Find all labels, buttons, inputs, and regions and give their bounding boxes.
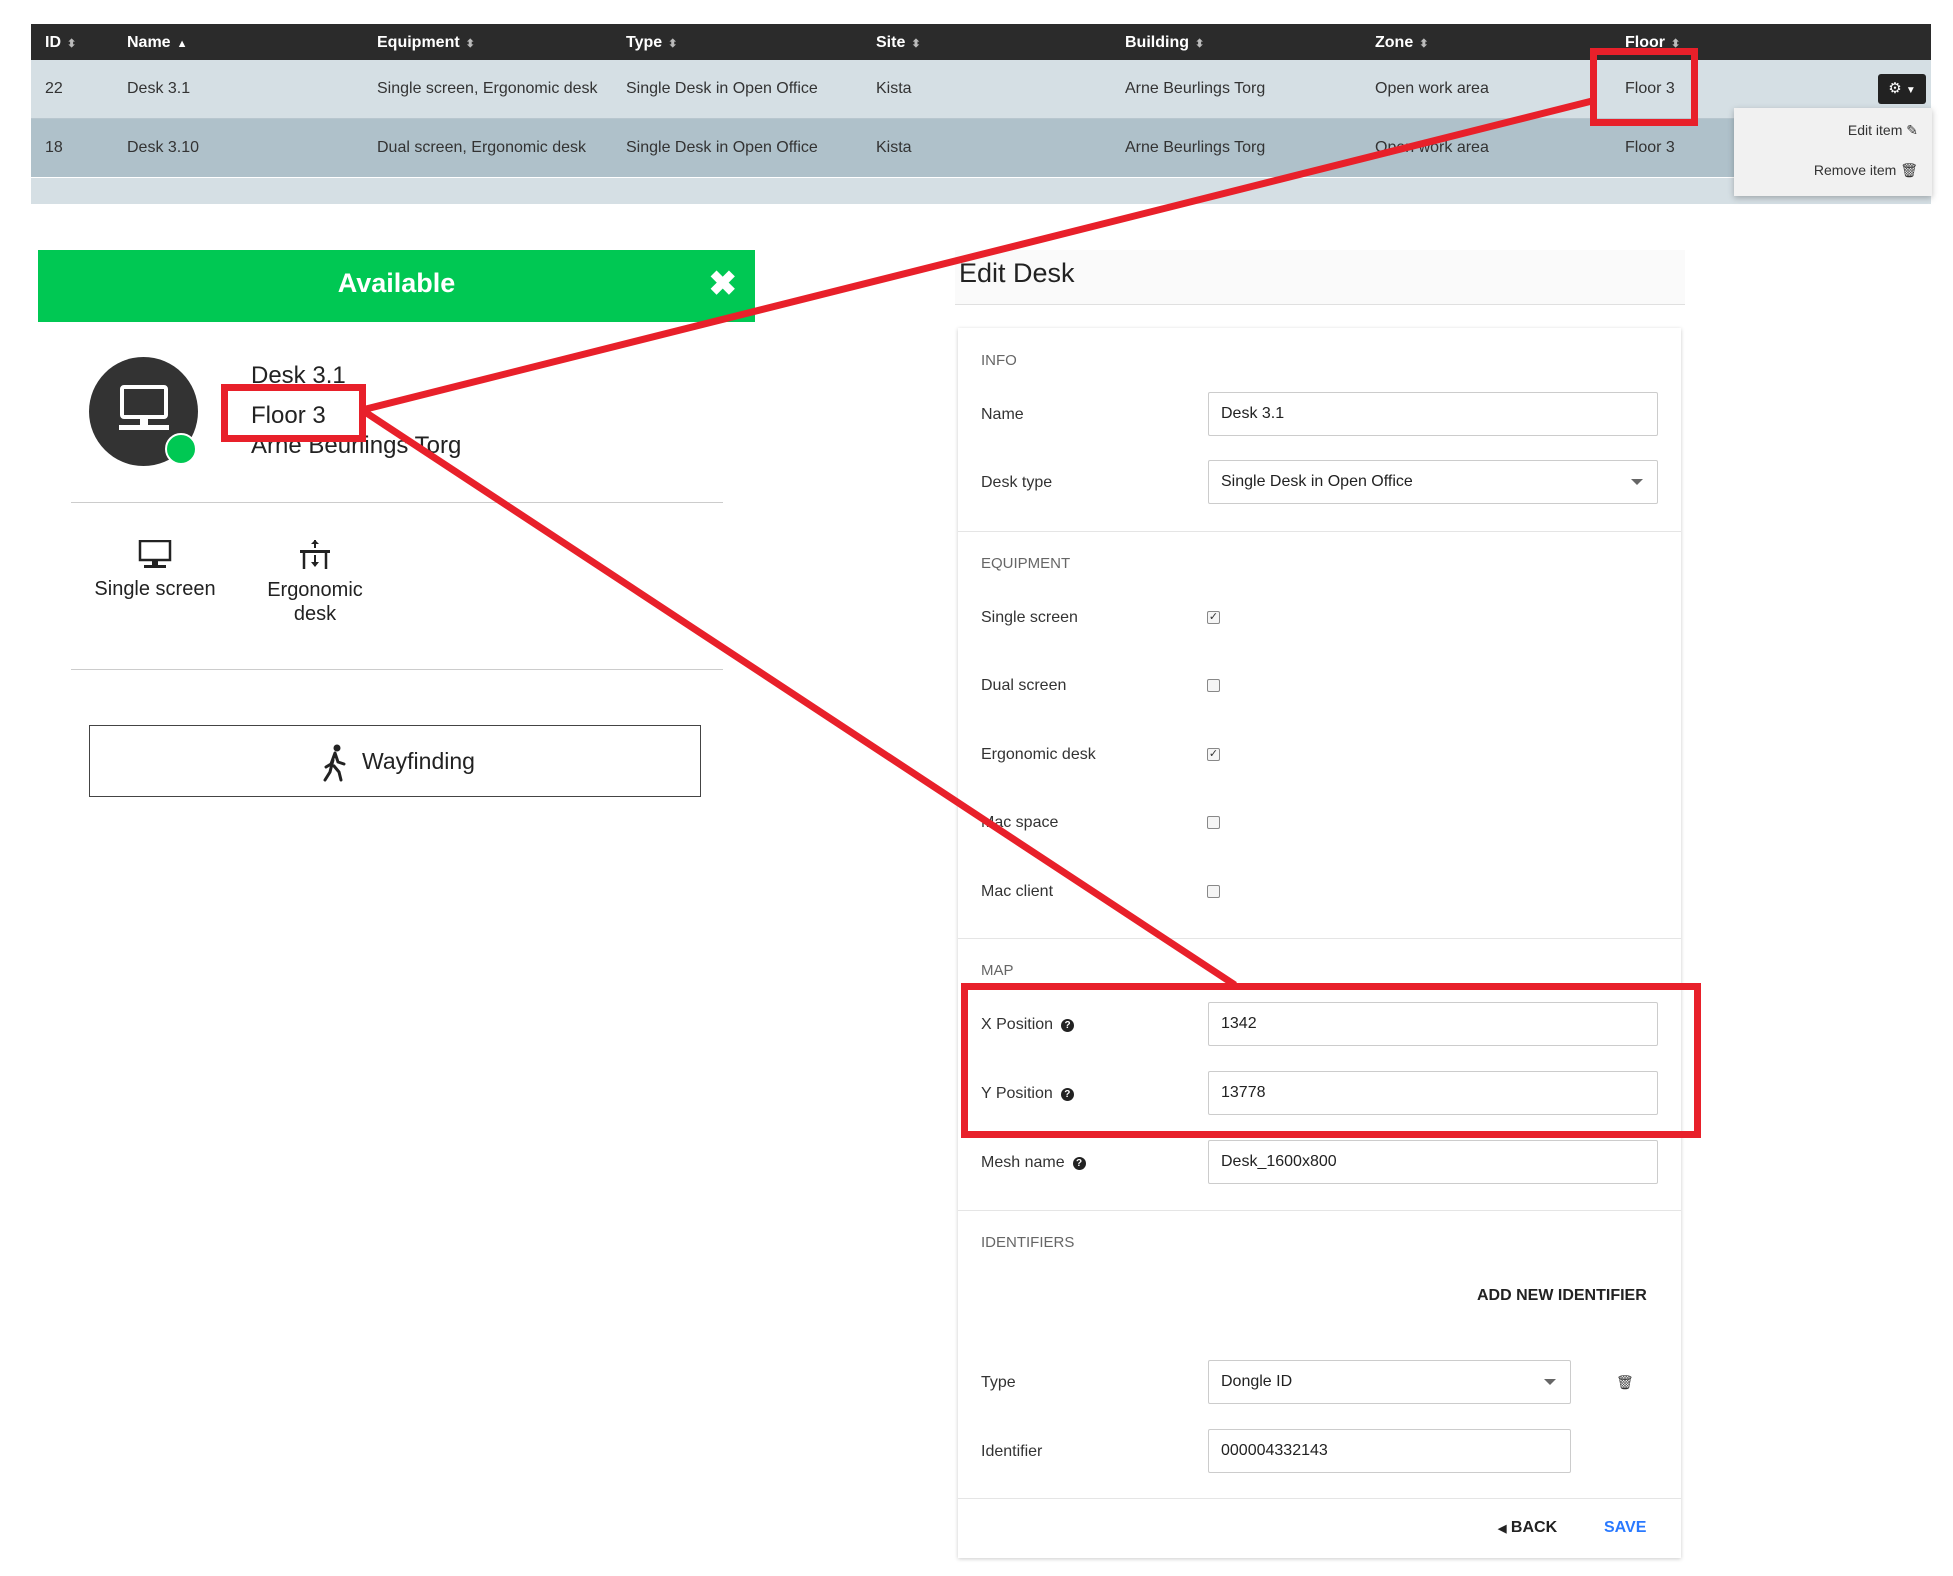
annotation-box-table-floor bbox=[1590, 48, 1698, 126]
annotation-box-map-position bbox=[961, 983, 1701, 1138]
annotation-line bbox=[361, 96, 1597, 414]
annotation-line bbox=[360, 407, 1237, 988]
annotation-box-card-floor bbox=[221, 384, 366, 442]
annotation-lines bbox=[360, 96, 1597, 988]
